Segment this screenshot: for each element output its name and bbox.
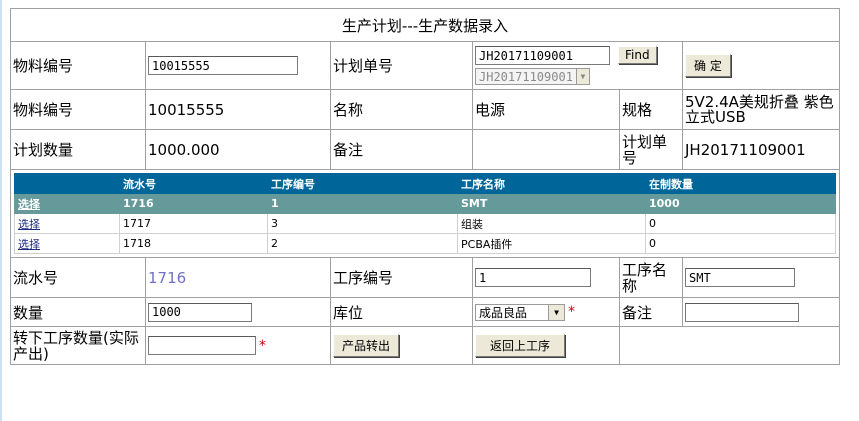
proc-name-label: 工序名称 — [620, 258, 683, 298]
proc-no-input[interactable] — [475, 268, 591, 288]
select-link[interactable]: 选择 — [18, 238, 40, 251]
transfer-qty-input[interactable] — [148, 336, 256, 355]
find-button[interactable]: Find — [618, 46, 657, 64]
page-title: 生产计划---生产数据录入 — [11, 9, 841, 42]
row-proc-name: 组装 — [457, 213, 646, 234]
row-serial: 1717 — [119, 213, 268, 234]
name-value: 电源 — [473, 90, 620, 130]
plan-input[interactable] — [475, 46, 610, 65]
spec-label: 规格 — [620, 90, 683, 130]
qty-value: 1000.000 — [146, 130, 331, 170]
serial-value: 1716 — [146, 258, 331, 298]
row-proc-no: 2 — [267, 233, 458, 254]
form-qty-label: 数量 — [11, 298, 146, 327]
plan-select[interactable]: JH20171109001 ▼ — [475, 68, 590, 85]
select-link[interactable]: 选择 — [18, 198, 40, 211]
material-label: 物料编号 — [11, 42, 146, 90]
required-mark: * — [568, 304, 575, 320]
row-wip: 0 — [644, 233, 837, 254]
process-grid-cell: 流水号 工序编号 工序名称 在制数量 选择 1716 1 SMT 1000 选择 — [11, 170, 841, 258]
grid-header-row: 流水号 工序编号 工序名称 在制数量 — [14, 173, 837, 194]
qty-label: 计划数量 — [11, 130, 146, 170]
production-entry-form: 生产计划---生产数据录入 物料编号 计划单号 JH20171109001 ▼ — [10, 8, 841, 374]
row-wip: 0 — [644, 213, 837, 234]
proc-no-label: 工序编号 — [331, 258, 473, 298]
form-qty-input[interactable] — [148, 302, 252, 322]
form-remark-input[interactable] — [685, 302, 799, 322]
location-label: 库位 — [331, 298, 473, 327]
empty-cell — [620, 327, 841, 365]
chevron-down-icon: ▼ — [548, 304, 564, 320]
chevron-down-icon: ▼ — [575, 69, 589, 84]
table-row[interactable]: 选择 1717 3 组装 0 — [14, 213, 837, 234]
material-input[interactable] — [148, 56, 298, 76]
grid-header-wip: 在制数量 — [644, 173, 837, 194]
grid-header-serial: 流水号 — [119, 173, 268, 194]
serial-label: 流水号 — [11, 258, 146, 298]
form-remark-label: 备注 — [620, 298, 683, 327]
row-proc-no: 1 — [267, 193, 458, 214]
grid-header-action — [14, 173, 120, 194]
remark-label: 备注 — [331, 130, 473, 170]
remark-value — [473, 130, 620, 170]
select-link[interactable]: 选择 — [18, 218, 40, 231]
proc-name-input[interactable] — [685, 268, 795, 288]
row-wip: 1000 — [644, 193, 837, 214]
info-material-value: 10015555 — [146, 90, 331, 130]
info-plan-value: JH20171109001 — [683, 130, 841, 170]
process-grid: 流水号 工序编号 工序名称 在制数量 选择 1716 1 SMT 1000 选择 — [14, 173, 837, 254]
plan-label: 计划单号 — [331, 42, 473, 90]
grid-header-proc-name: 工序名称 — [457, 173, 646, 194]
grid-header-proc-no: 工序编号 — [267, 173, 458, 194]
transfer-qty-label: 转下工序数量(实际产出) — [11, 327, 146, 365]
window-left-edge — [0, 0, 2, 421]
info-plan-label: 计划单号 — [620, 130, 683, 170]
row-proc-name: SMT — [457, 193, 646, 214]
main-table: 生产计划---生产数据录入 物料编号 计划单号 JH20171109001 ▼ — [10, 8, 841, 365]
name-label: 名称 — [331, 90, 473, 130]
table-row[interactable]: 选择 1718 2 PCBA插件 0 — [14, 233, 837, 254]
required-mark: * — [259, 337, 266, 354]
row-serial: 1718 — [119, 233, 268, 254]
spec-value: 5V2.4A美规折叠 紫色立式USB — [683, 90, 841, 130]
product-output-button[interactable]: 产品转出 — [333, 334, 400, 357]
row-proc-no: 3 — [267, 213, 458, 234]
confirm-button[interactable]: 确 定 — [685, 54, 731, 77]
row-serial: 1716 — [119, 193, 268, 214]
location-select[interactable]: 成品良品 ▼ — [475, 303, 565, 321]
back-to-previous-button[interactable]: 返回上工序 — [475, 334, 566, 357]
row-proc-name: PCBA插件 — [457, 233, 646, 254]
info-material-label: 物料编号 — [11, 90, 146, 130]
table-row[interactable]: 选择 1716 1 SMT 1000 — [14, 193, 837, 214]
